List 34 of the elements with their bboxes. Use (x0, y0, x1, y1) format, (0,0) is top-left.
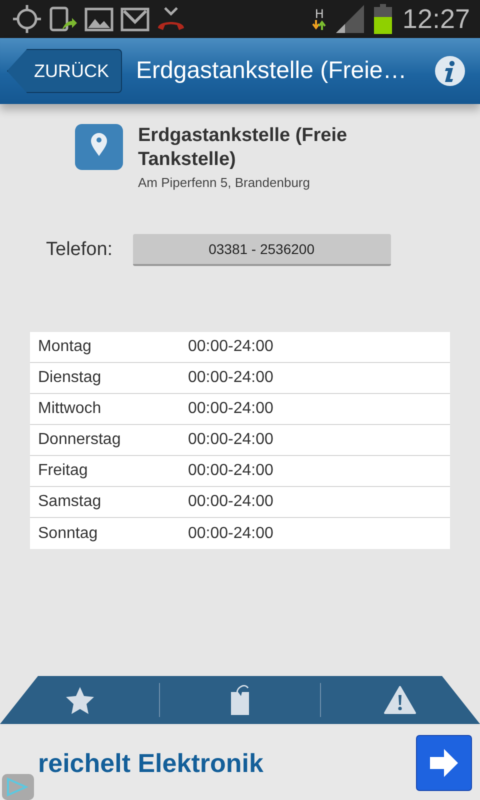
data-arrows-icon (312, 20, 326, 30)
station-address: Am Piperfenn 5, Brandenburg (138, 175, 311, 190)
warning-icon[interactable] (384, 686, 416, 714)
hours-cell: 00:00-24:00 (188, 462, 274, 480)
phone-upload-icon (48, 4, 78, 34)
day-cell-text: Montag (38, 338, 92, 356)
day-cell-text: Sonntag (38, 524, 99, 542)
hours-cell: 00:00-24:00 (188, 400, 274, 418)
station-name: Erdgastankstelle (Freie Tankstelle) (138, 124, 348, 172)
back-button[interactable]: ZURÜCK (7, 49, 122, 93)
hours-cell: 00:00-24:00 (188, 493, 274, 511)
info-icon[interactable] (434, 55, 466, 87)
map-pin-icon (75, 124, 123, 170)
crosshair-icon (12, 4, 42, 34)
battery-icon (374, 4, 392, 34)
hours-cell: 00:00-24:00 (188, 338, 274, 356)
signal-icon (336, 5, 364, 33)
day-cell-text: Donnerstag (38, 431, 122, 449)
day-cell-text: Mittwoch (38, 400, 102, 418)
day-cell-text: Dienstag (38, 369, 102, 387)
arrow-right-icon[interactable] (416, 735, 472, 791)
hours-cell: 00:00-24:00 (188, 431, 274, 449)
network-type-label: H (314, 8, 324, 20)
hours-cell: 00:00-24:00 (188, 369, 274, 387)
ad-text[interactable]: reichelt Elektronik (38, 748, 264, 778)
phone-label: Telefon: (46, 239, 113, 261)
hours-cell: 00:00-24:00 (188, 524, 274, 542)
tag-icon[interactable] (228, 684, 251, 716)
phone-button[interactable]: 03381 - 2536200 (132, 234, 391, 266)
star-icon[interactable] (64, 686, 95, 714)
screen-title: Erdgastankstelle (Freie… (136, 57, 408, 85)
clock: 12:27 (402, 4, 470, 34)
day-cell-text: Samstag (38, 493, 102, 511)
day-cell-text: Freitag (38, 462, 89, 480)
